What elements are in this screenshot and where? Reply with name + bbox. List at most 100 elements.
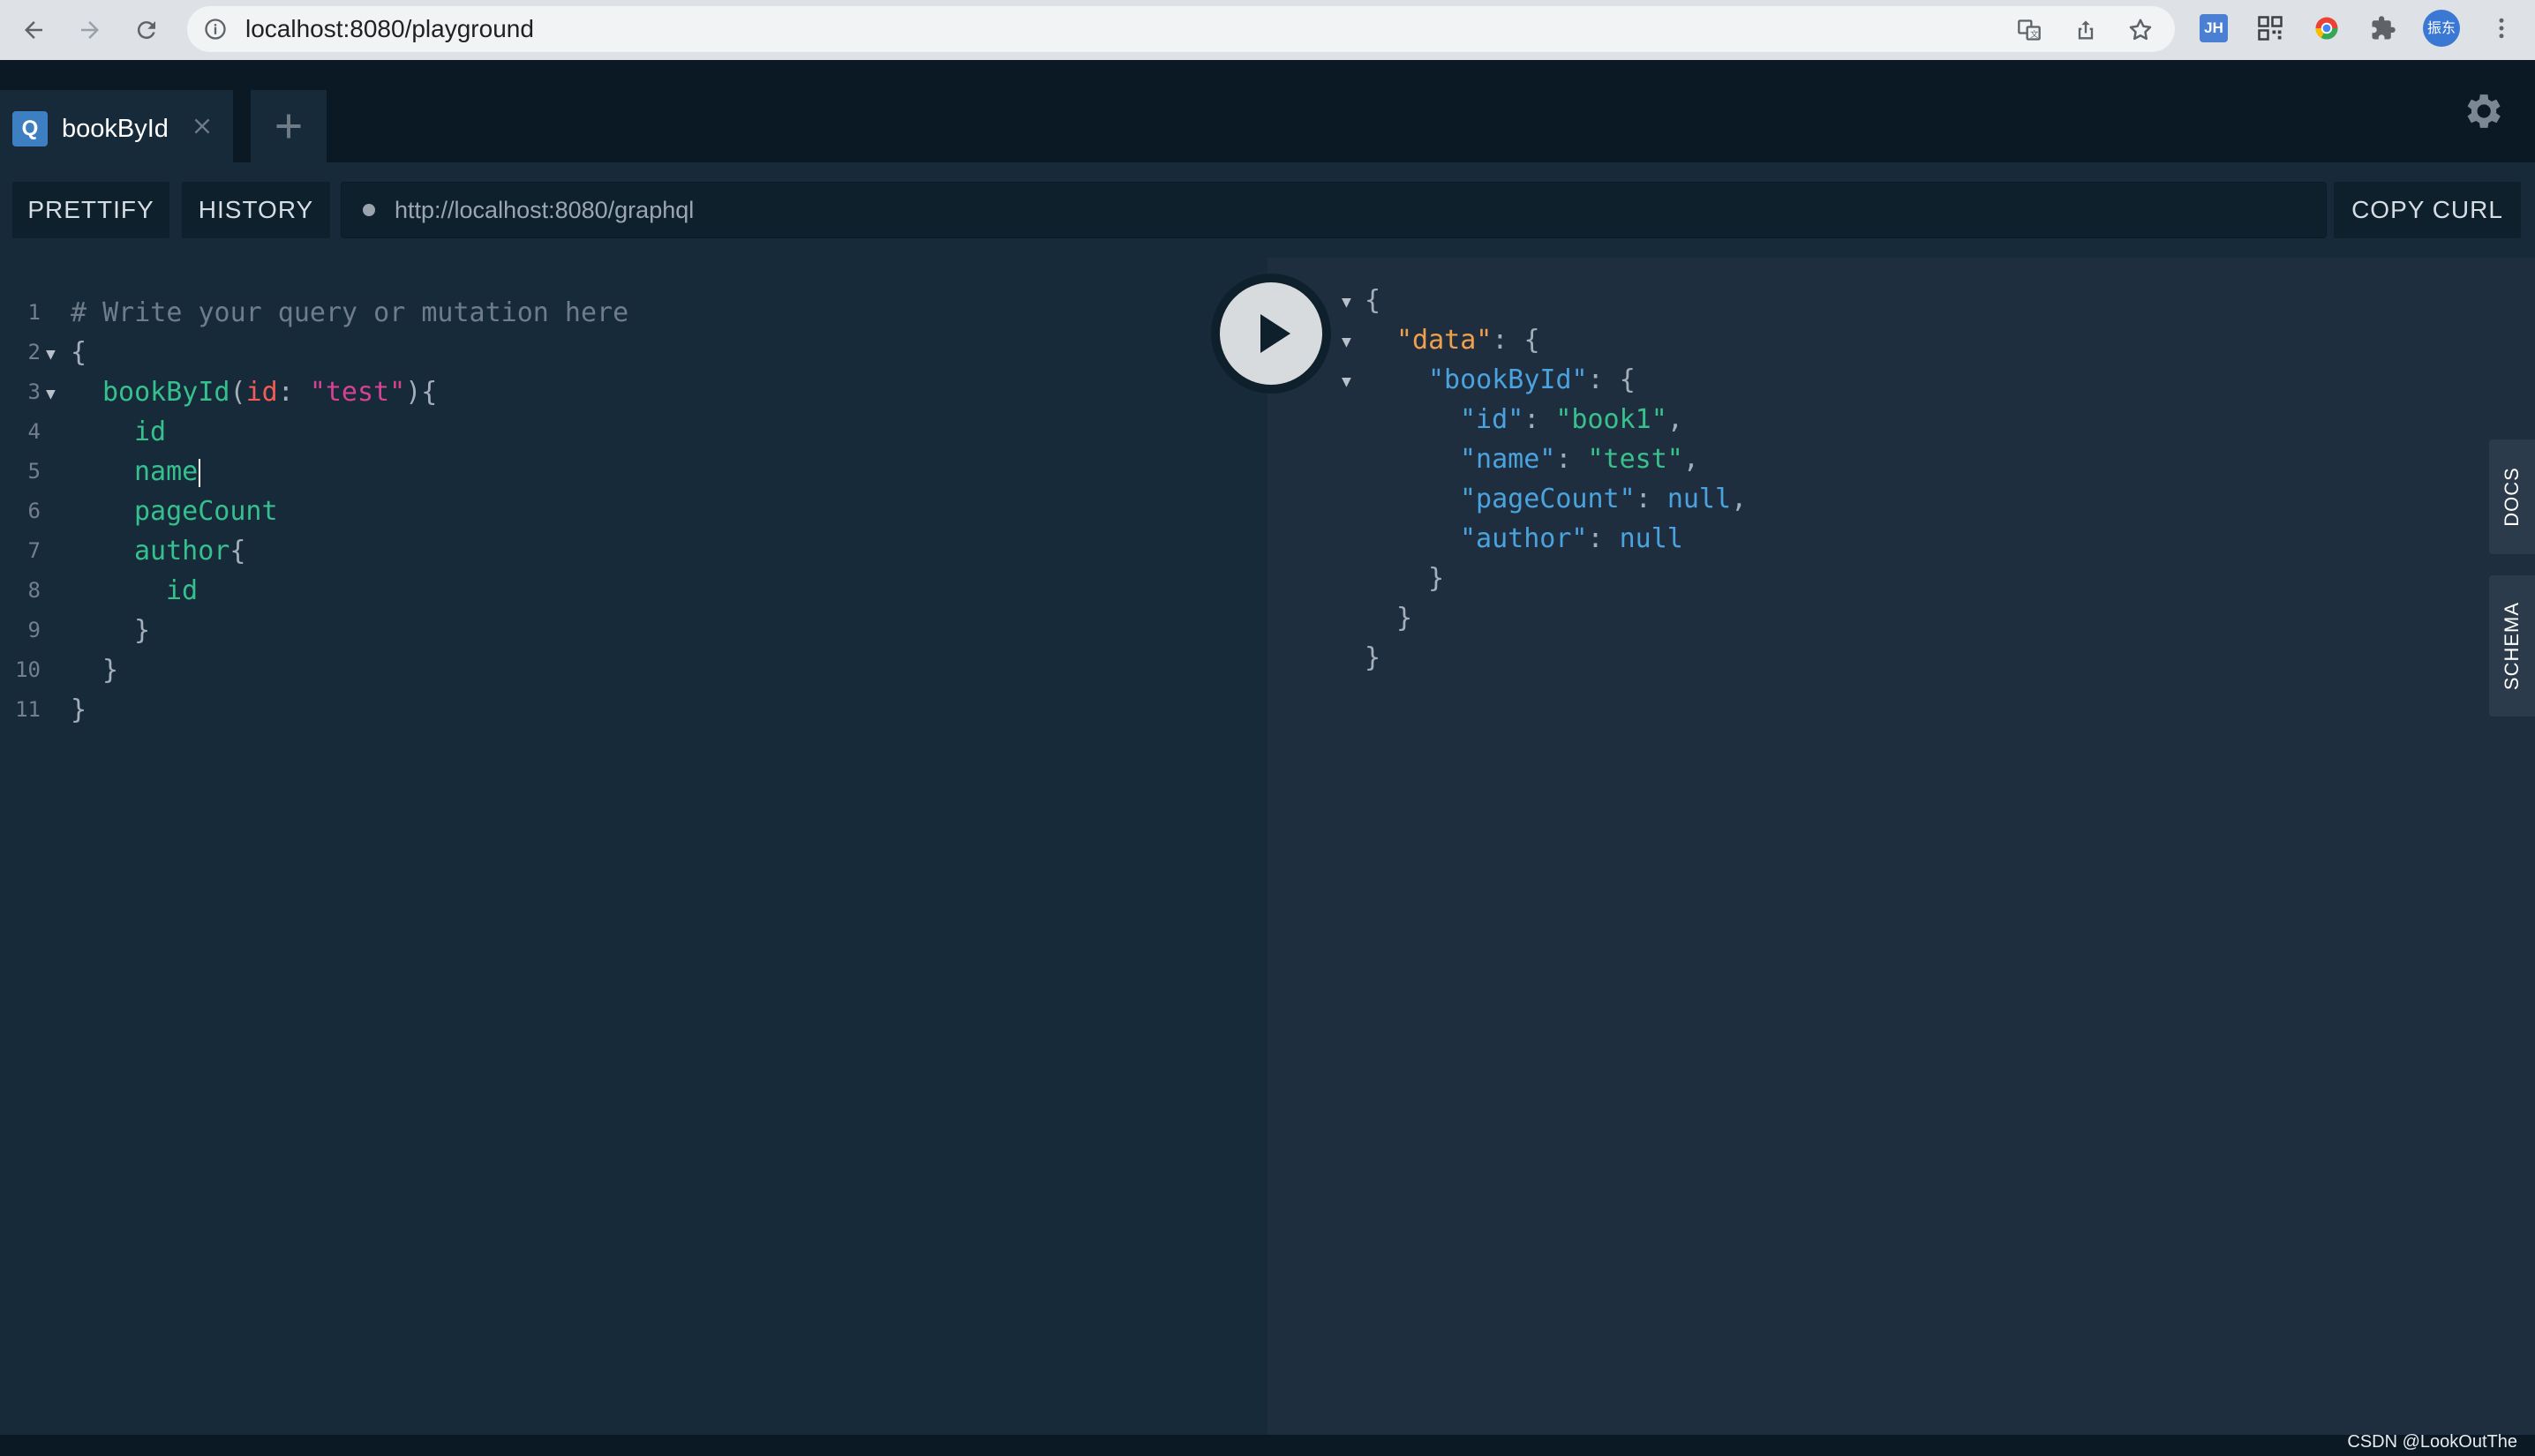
- field: id: [134, 417, 167, 447]
- back-button[interactable]: [14, 11, 53, 49]
- colon: :: [1587, 523, 1620, 554]
- tab-bookbyid[interactable]: Q bookById: [0, 90, 233, 162]
- brace: {: [1365, 285, 1381, 316]
- url-text: localhost:8080/playground: [245, 15, 534, 42]
- brace: {: [1523, 325, 1540, 356]
- settings-gear-icon[interactable]: [2459, 88, 2505, 134]
- fold-toggle-icon[interactable]: ▼: [46, 374, 56, 414]
- comma: ,: [1682, 444, 1699, 475]
- result-line: }: [1396, 598, 1412, 638]
- execute-query-button[interactable]: [1211, 274, 1331, 394]
- json-key: "name": [1460, 444, 1556, 475]
- json-key: "bookById": [1428, 364, 1588, 395]
- line-number: 9: [27, 618, 41, 642]
- play-button-face: [1220, 282, 1322, 385]
- line-number: 6: [27, 499, 41, 523]
- json-key: "data": [1396, 325, 1493, 356]
- brace: {: [1619, 364, 1636, 395]
- site-info-icon[interactable]: [203, 17, 228, 46]
- colon: :: [1555, 444, 1588, 475]
- brace: }: [71, 694, 87, 725]
- brace: }: [1428, 563, 1445, 594]
- share-icon[interactable]: [2072, 17, 2099, 43]
- result-line: "pageCount": null,: [1460, 479, 1747, 519]
- docs-side-tab[interactable]: DOCS: [2489, 439, 2535, 554]
- line-number: 5: [27, 459, 41, 484]
- new-tab-button[interactable]: [251, 90, 327, 162]
- brace: }: [102, 655, 119, 686]
- field: author: [134, 536, 230, 567]
- code-line: }: [71, 690, 87, 730]
- brace: {: [71, 337, 87, 368]
- line-number: 7: [27, 538, 41, 563]
- reload-icon: [137, 21, 155, 40]
- fold-toggle-icon[interactable]: ▼: [1342, 362, 1351, 402]
- fold-toggle-icon[interactable]: ▼: [1342, 322, 1351, 362]
- json-key: "id": [1460, 404, 1524, 435]
- svg-text:文: 文: [2030, 29, 2038, 40]
- result-line: "bookById": {: [1428, 360, 1636, 400]
- fold-toggle-icon[interactable]: ▼: [1342, 282, 1351, 322]
- plus-icon: [276, 114, 301, 139]
- code-line: }: [102, 650, 118, 690]
- endpoint-input[interactable]: http://localhost:8080/graphql: [341, 182, 2327, 238]
- brace: }: [134, 615, 151, 646]
- json-value: null: [1619, 523, 1683, 554]
- qr-code-icon[interactable]: [2254, 12, 2286, 44]
- address-bar[interactable]: localhost:8080/playground 文: [187, 6, 2175, 52]
- paren: ){: [405, 377, 438, 408]
- result-line: "name": "test",: [1460, 439, 1699, 479]
- copy-curl-button[interactable]: COPY CURL: [2334, 182, 2521, 238]
- result-line: "author": null: [1460, 519, 1683, 559]
- result-panel: ▼ ▼ ▼ { "data": { "bookById": { "id": "b…: [1268, 258, 2535, 1435]
- reload-button[interactable]: [127, 11, 166, 49]
- field: name: [134, 456, 199, 487]
- arrow-left-icon: [25, 21, 42, 39]
- code-line: {: [71, 333, 87, 372]
- colon: :: [1587, 364, 1620, 395]
- chrome-color-icon[interactable]: [2311, 12, 2343, 44]
- result-line: "data": {: [1396, 320, 1540, 360]
- json-value: "test": [1587, 444, 1683, 475]
- argument-value: "test": [309, 377, 406, 408]
- forward-button[interactable]: [71, 11, 109, 49]
- query-editor[interactable]: 1 2 3 4 5 6 7 8 9 10 11 ▼ ▼ # Write your…: [0, 258, 1268, 1435]
- json-key: "author": [1460, 523, 1588, 554]
- line-number: 1: [27, 300, 41, 325]
- colon: :: [1523, 404, 1556, 435]
- puzzle-extensions-icon[interactable]: [2367, 12, 2399, 44]
- text-cursor: [199, 458, 201, 487]
- history-button[interactable]: HISTORY: [182, 182, 330, 238]
- prettify-button[interactable]: PRETTIFY: [12, 182, 169, 238]
- json-value: null: [1666, 484, 1732, 514]
- fold-toggle-icon[interactable]: ▼: [46, 334, 56, 374]
- colon: :: [1635, 484, 1667, 514]
- translate-icon[interactable]: 文: [2016, 17, 2042, 43]
- json-value: "book1": [1555, 404, 1667, 435]
- bookmark-star-icon[interactable]: [2127, 17, 2154, 43]
- json-key: "pageCount": [1460, 484, 1636, 514]
- code-line: author{: [134, 531, 245, 571]
- line-number: 8: [27, 578, 41, 603]
- profile-avatar[interactable]: 振东: [2422, 9, 2461, 48]
- line-number: 3: [27, 379, 41, 404]
- comma: ,: [1666, 404, 1683, 435]
- browser-toolbar: localhost:8080/playground 文 JH 振东: [0, 0, 2535, 60]
- brace: }: [1396, 603, 1413, 634]
- query-field: bookById: [102, 377, 230, 408]
- line-number: 10: [15, 657, 41, 682]
- comma: ,: [1731, 484, 1748, 514]
- playground-tab-bar: Q bookById: [0, 60, 2535, 162]
- code-line: id: [166, 571, 198, 611]
- code-line: }: [134, 611, 150, 650]
- paren: (: [229, 377, 246, 408]
- line-number: 11: [15, 697, 41, 722]
- result-line: "id": "book1",: [1460, 400, 1683, 439]
- code-line: bookById(id: "test"){: [102, 372, 437, 412]
- schema-side-tab[interactable]: SCHEMA: [2489, 575, 2535, 717]
- endpoint-url: http://localhost:8080/graphql: [395, 197, 695, 223]
- jh-extension-icon[interactable]: JH: [2198, 12, 2230, 44]
- code-line: # Write your query or mutation here: [71, 293, 628, 333]
- close-icon[interactable]: [191, 115, 214, 138]
- browser-menu-icon[interactable]: [2486, 12, 2517, 44]
